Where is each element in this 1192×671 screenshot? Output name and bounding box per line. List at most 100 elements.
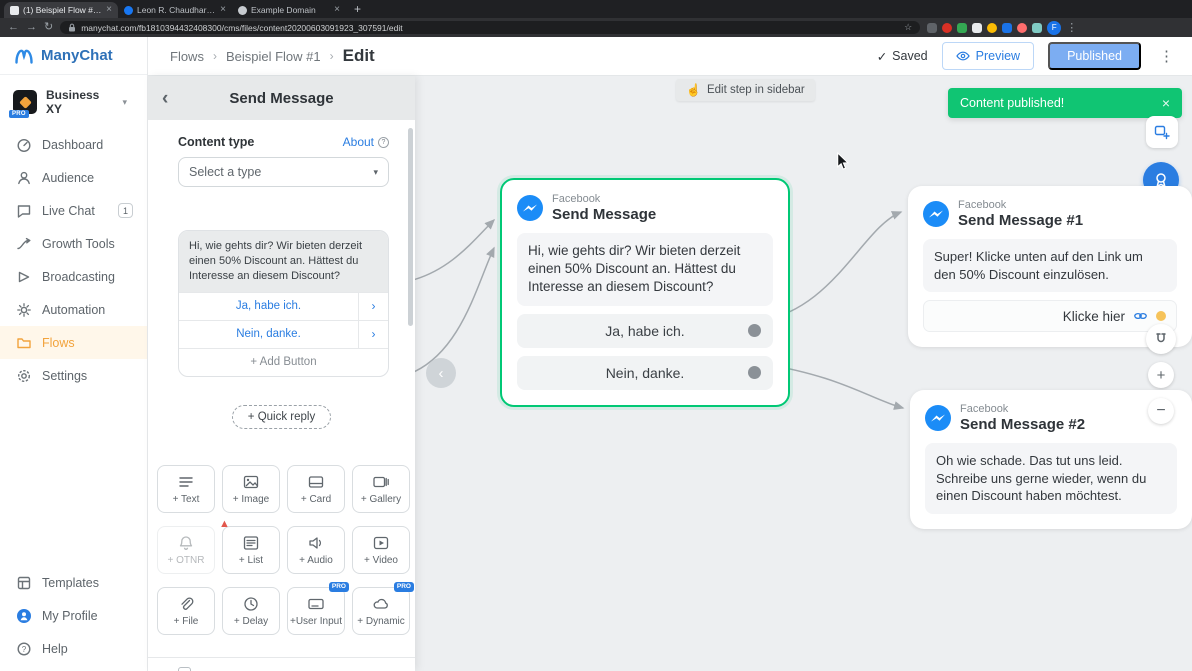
breadcrumb-flow-name[interactable]: Beispiel Flow #1 [226,49,321,64]
tab-close-icon[interactable]: × [106,5,112,15]
sidebar-item-broadcasting[interactable]: Broadcasting [0,260,147,293]
chevron-right-icon[interactable]: › [358,320,388,348]
account-name: Business XY [46,88,100,116]
more-options-icon[interactable]: ⋮ [1155,47,1178,65]
browser-tab-facebook[interactable]: Leon R. Chaudhari | Facebook × [118,2,232,18]
add-otnr-button[interactable]: + OTNR [157,525,215,574]
breadcrumb-flows[interactable]: Flows [170,49,204,64]
preview-button[interactable]: Preview [941,42,1035,70]
published-button[interactable]: Published [1048,42,1141,70]
automation-icon [17,302,31,317]
sidebar-item-help[interactable]: ? Help [0,632,147,665]
add-text-button[interactable]: + Text [157,464,215,513]
node-header: Facebook Send Message #2 [925,403,1177,433]
sidebar-item-automation[interactable]: Automation [0,293,147,326]
browser-menu-icon[interactable]: ⋮ [1066,21,1077,34]
pin-tool-button[interactable] [1146,324,1176,354]
chevron-right-icon[interactable]: › [358,292,388,320]
messenger-icon [925,405,951,431]
add-list-button[interactable]: ▲ + List [219,518,280,574]
quick-reply-button[interactable]: + Quick reply [231,404,332,429]
preview-button-no[interactable]: Nein, danke. [179,321,358,348]
extension-icon[interactable] [1032,22,1043,33]
node-button-yes[interactable]: Ja, habe ich. [517,313,773,348]
sidebar-item-growth-tools[interactable]: Growth Tools [0,227,147,260]
sidebar-item-flows[interactable]: Flows [0,326,147,359]
flow-canvas[interactable]: ☝ Edit step in sidebar Content published… [415,76,1192,671]
flow-node-send-message[interactable]: Facebook Send Message Hi, wie gehts dir?… [500,178,790,407]
flow-node-send-message-1[interactable]: Facebook Send Message #1 Super! Klicke u… [908,186,1192,348]
account-avatar: PRO [9,90,37,118]
forward-icon[interactable]: → [26,22,37,33]
zoom-in-button[interactable]: + [1148,362,1174,388]
sidebar-item-dashboard[interactable]: Dashboard [0,128,147,161]
sidebar-item-live-chat[interactable]: Live Chat 1 [0,194,147,227]
add-card-button[interactable]: + Card [287,464,345,513]
add-user-input-button[interactable]: PRO +User Input [287,581,349,635]
audio-icon [309,536,322,549]
sidebar-item-settings[interactable]: Settings [0,359,147,392]
browser-tab-example[interactable]: Example Domain × [232,2,346,18]
sidebar-item-audience[interactable]: Audience [0,161,147,194]
help-circle-icon: ? [378,136,389,148]
globe-favicon [238,5,247,15]
add-node-button[interactable] [1146,116,1178,148]
block-label: + Image [232,493,270,505]
extension-icon[interactable] [972,22,983,33]
extension-icon[interactable] [942,22,953,33]
messenger-icon [923,201,949,227]
preview-button-yes[interactable]: Ja, habe ich. [179,293,358,320]
new-tab-button[interactable]: + [354,2,361,16]
block-label: + Delay [233,615,269,627]
address-bar[interactable]: manychat.com/fb1810394432408300/cms/file… [60,21,921,34]
svg-text:?: ? [22,644,27,653]
brand-logo-row[interactable]: ManyChat [0,37,147,75]
content-blocks-grid: + Text + Image + Card + Gallery + OTNR ▲… [148,464,415,635]
add-dynamic-button[interactable]: PRO + Dynamic [352,581,414,635]
sidebar-item-my-profile[interactable]: My Profile [0,599,147,632]
extension-icon[interactable] [927,22,938,33]
bookmark-star-icon[interactable]: ☆ [904,22,912,33]
add-image-button[interactable]: + Image [222,464,280,513]
toast-close-icon[interactable]: × [1148,95,1170,111]
node-platform: Facebook [552,193,601,205]
node-message-text[interactable]: Oh wie schade. Das tut uns leid. Schreib… [925,443,1177,514]
extension-icon[interactable] [987,22,998,33]
message-bubble[interactable]: Hi, wie gehts dir? Wir bieten derzeit ei… [179,231,388,292]
node-button-no[interactable]: Nein, danke. [517,355,773,390]
add-video-button[interactable]: + Video [352,525,410,574]
reload-icon[interactable]: ↻ [44,22,53,33]
tab-close-icon[interactable]: × [220,5,226,15]
back-chevron-icon[interactable]: ‹ [162,89,168,108]
node-message-text[interactable]: Super! Klicke unten auf den Link um den … [923,239,1177,293]
extension-icon[interactable] [957,22,968,33]
node-title: Send Message #2 [960,416,1086,433]
connection-port[interactable] [748,323,761,337]
add-delay-button[interactable]: + Delay [222,586,280,635]
browser-tab-flow[interactable]: (1) Beispiel Flow #1 | Edit Con × [4,2,118,18]
add-gallery-button[interactable]: + Gallery [352,464,410,513]
panel-scrollbar[interactable] [408,128,413,326]
sidebar-item-label: Settings [42,368,88,383]
continue-checkbox[interactable] [178,666,191,671]
extension-icon[interactable] [1002,22,1013,33]
browser-profile-avatar[interactable]: F [1047,20,1062,35]
tab-close-icon[interactable]: × [334,5,340,15]
node-button-link[interactable]: Klicke hier [923,300,1177,333]
add-audio-button[interactable]: + Audio [287,525,345,574]
extension-icon[interactable] [1017,22,1028,33]
connection-port[interactable] [748,365,761,379]
zoom-out-button[interactable]: − [1148,398,1174,424]
add-file-button[interactable]: + File [157,586,215,635]
collapse-panel-handle[interactable]: ‹ [426,358,456,388]
back-icon[interactable]: ← [8,22,19,33]
node-message-text[interactable]: Hi, wie gehts dir? Wir bieten derzeit ei… [517,233,773,306]
sidebar-item-templates[interactable]: Templates [0,566,147,599]
content-type-select[interactable]: Select a type ▾ [178,157,389,187]
add-button-button[interactable]: + Add Button [179,347,388,376]
profile-avatar-icon [17,608,31,623]
app-header: Flows › Beispiel Flow #1 › Edit ✓ Saved … [148,37,1192,76]
about-link[interactable]: About ? [343,135,389,149]
account-switcher[interactable]: PRO Business XY ▾ [0,75,147,128]
tab-title: Leon R. Chaudhari | Facebook [137,5,216,15]
